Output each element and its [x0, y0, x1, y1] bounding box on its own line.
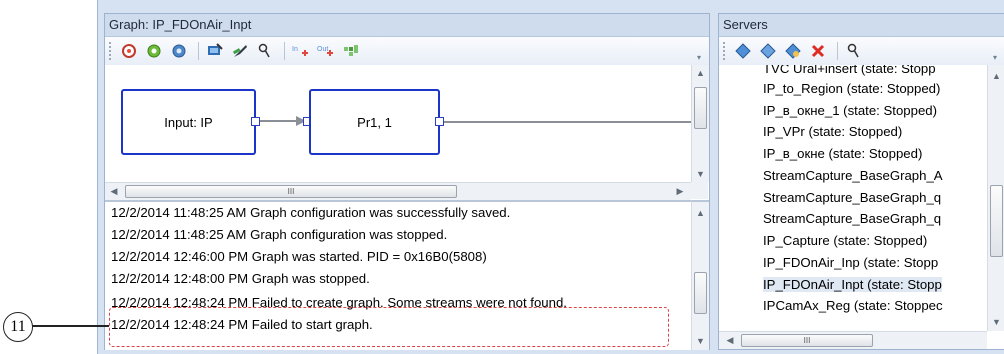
server-item[interactable]: IP_FDOnAir_Inp (state: Stopp — [763, 255, 938, 270]
delete-icon — [811, 44, 825, 58]
log-line: 12/2/2014 11:48:25 AM Graph configuratio… — [111, 205, 511, 220]
server-item[interactable]: IP_в_окне (state: Stopped) — [763, 146, 922, 161]
server-add-button[interactable] — [732, 40, 754, 62]
svg-text:Out: Out — [317, 46, 328, 53]
add-input-button[interactable]: In — [290, 40, 312, 62]
settings-icon — [785, 43, 801, 59]
scroll-up-arrow[interactable]: ▲ — [988, 71, 1004, 81]
input-node-label: Input: IP — [164, 114, 213, 130]
diamond-icon — [735, 43, 751, 59]
scroll-thumb[interactable] — [694, 272, 707, 314]
server-item[interactable]: IP_Capture (state: Stopped) — [763, 233, 927, 248]
graph-vertical-scrollbar[interactable]: ▲ ▼ — [691, 65, 709, 182]
toolbar-overflow-icon[interactable]: ▾ — [697, 53, 707, 63]
scroll-up-arrow[interactable]: ▲ — [692, 68, 709, 78]
log-vertical-scrollbar[interactable]: ▲ ▼ — [691, 200, 709, 350]
pin-icon — [847, 43, 859, 58]
servers-list[interactable]: TVC Ural+insert (state: Stopp IP_to_Regi… — [719, 65, 987, 331]
refresh-icon — [147, 44, 161, 58]
brush-button[interactable] — [229, 40, 251, 62]
svg-text:In: In — [292, 46, 298, 53]
scroll-down-arrow[interactable]: ▼ — [988, 317, 1004, 327]
servers-vertical-scrollbar[interactable]: ▲ ▼ — [987, 65, 1004, 331]
processor-node-output-pin[interactable] — [435, 117, 444, 126]
pin-icon — [258, 43, 270, 58]
monitor-button[interactable] — [204, 40, 226, 62]
scroll-down-arrow[interactable]: ▼ — [692, 169, 709, 179]
processor-node[interactable]: Pr1, 1 — [309, 89, 440, 155]
layout-button[interactable] — [340, 40, 362, 62]
scroll-down-arrow[interactable]: ▼ — [692, 336, 709, 346]
toolbar-separator — [198, 42, 199, 60]
graph-toolbar: In Out ▾ — [105, 37, 709, 66]
scroll-right-arrow[interactable]: ▶ — [675, 186, 685, 197]
server-item[interactable]: IP_to_Region (state: Stopped) — [763, 81, 940, 96]
server-pin-button[interactable] — [843, 40, 865, 62]
processor-node-label: Pr1, 1 — [357, 114, 392, 130]
server-settings-button[interactable] — [782, 40, 804, 62]
add-output-button[interactable]: Out — [315, 40, 337, 62]
input-node-output-pin[interactable] — [251, 117, 260, 126]
refresh-button[interactable] — [143, 40, 165, 62]
in-icon: In — [292, 46, 308, 56]
scroll-left-arrow[interactable]: ◀ — [109, 186, 119, 197]
servers-panel: Servers ▾ TVC Ural+insert (state: Stopp … — [718, 13, 1004, 350]
graph-horizontal-scrollbar[interactable]: ◀ III ▶ — [105, 182, 691, 200]
diamond-icon — [760, 43, 776, 59]
scroll-grip: III — [287, 187, 295, 196]
scroll-left-arrow[interactable]: ◀ — [725, 335, 735, 346]
scroll-thumb[interactable] — [990, 185, 1003, 257]
log-line: 12/2/2014 12:48:00 PM Graph was stopped. — [111, 271, 370, 286]
error-highlight-box — [109, 307, 669, 347]
server-item[interactable]: StreamCapture_BaseGraph_q — [763, 211, 941, 226]
scroll-thumb[interactable]: III — [125, 185, 457, 198]
scroll-corner — [691, 182, 708, 199]
graph-panel: Graph: IP_FDOnAir_Inpt In Out ▾ Input: I… — [104, 13, 710, 350]
add-icon — [122, 44, 136, 58]
server-item[interactable]: IP_VPr (state: Stopped) — [763, 124, 902, 139]
toolbar-grip[interactable] — [109, 42, 114, 60]
graph-canvas[interactable]: Input: IP Pr1, 1 — [105, 65, 691, 182]
server-item[interactable]: IP_в_окне_1 (state: Stopped) — [763, 103, 937, 118]
toolbar-grip[interactable] — [723, 42, 728, 60]
output-connection-line — [444, 121, 691, 123]
scroll-thumb[interactable]: III — [741, 334, 873, 347]
graph-panel-title: Graph: IP_FDOnAir_Inpt — [105, 14, 709, 37]
scroll-thumb[interactable] — [694, 87, 707, 129]
toolbar-overflow-icon[interactable]: ▾ — [993, 53, 1003, 63]
server-item[interactable]: IPCamAx_Reg (state: Stoppec — [763, 298, 943, 313]
log-line: 12/2/2014 12:46:00 PM Graph was started.… — [111, 249, 487, 264]
out-icon: Out — [317, 46, 333, 56]
pin-button[interactable] — [254, 40, 276, 62]
scroll-grip: III — [803, 336, 811, 345]
server-start-button[interactable] — [757, 40, 779, 62]
toolbar-separator — [284, 42, 285, 60]
servers-horizontal-scrollbar[interactable]: ◀ III — [719, 331, 987, 349]
callout-number: 11 — [3, 312, 33, 342]
callout-number-label: 11 — [10, 318, 26, 335]
server-item[interactable]: StreamCapture_BaseGraph_A — [763, 168, 943, 183]
log-line: 12/2/2014 11:48:25 AM Graph configuratio… — [111, 227, 448, 242]
brush-icon — [232, 45, 247, 57]
toolbar-separator — [837, 42, 838, 60]
scroll-up-arrow[interactable]: ▲ — [692, 208, 709, 218]
add-node-button[interactable] — [118, 40, 140, 62]
servers-toolbar: ▾ — [719, 37, 1004, 66]
callout-leader-line — [31, 325, 109, 327]
settings-icon — [172, 44, 186, 58]
settings-button[interactable] — [168, 40, 190, 62]
monitor-icon — [208, 43, 223, 55]
server-item-selected[interactable]: IP_FDOnAir_Inpt (state: Stopp — [763, 277, 942, 292]
server-delete-button[interactable] — [807, 40, 829, 62]
server-item[interactable]: TVC Ural+insert (state: Stopp — [763, 65, 936, 76]
server-item[interactable]: StreamCapture_BaseGraph_q — [763, 190, 941, 205]
servers-panel-title: Servers — [719, 14, 1004, 37]
input-node[interactable]: Input: IP — [121, 89, 256, 155]
grid-icon — [344, 45, 358, 56]
